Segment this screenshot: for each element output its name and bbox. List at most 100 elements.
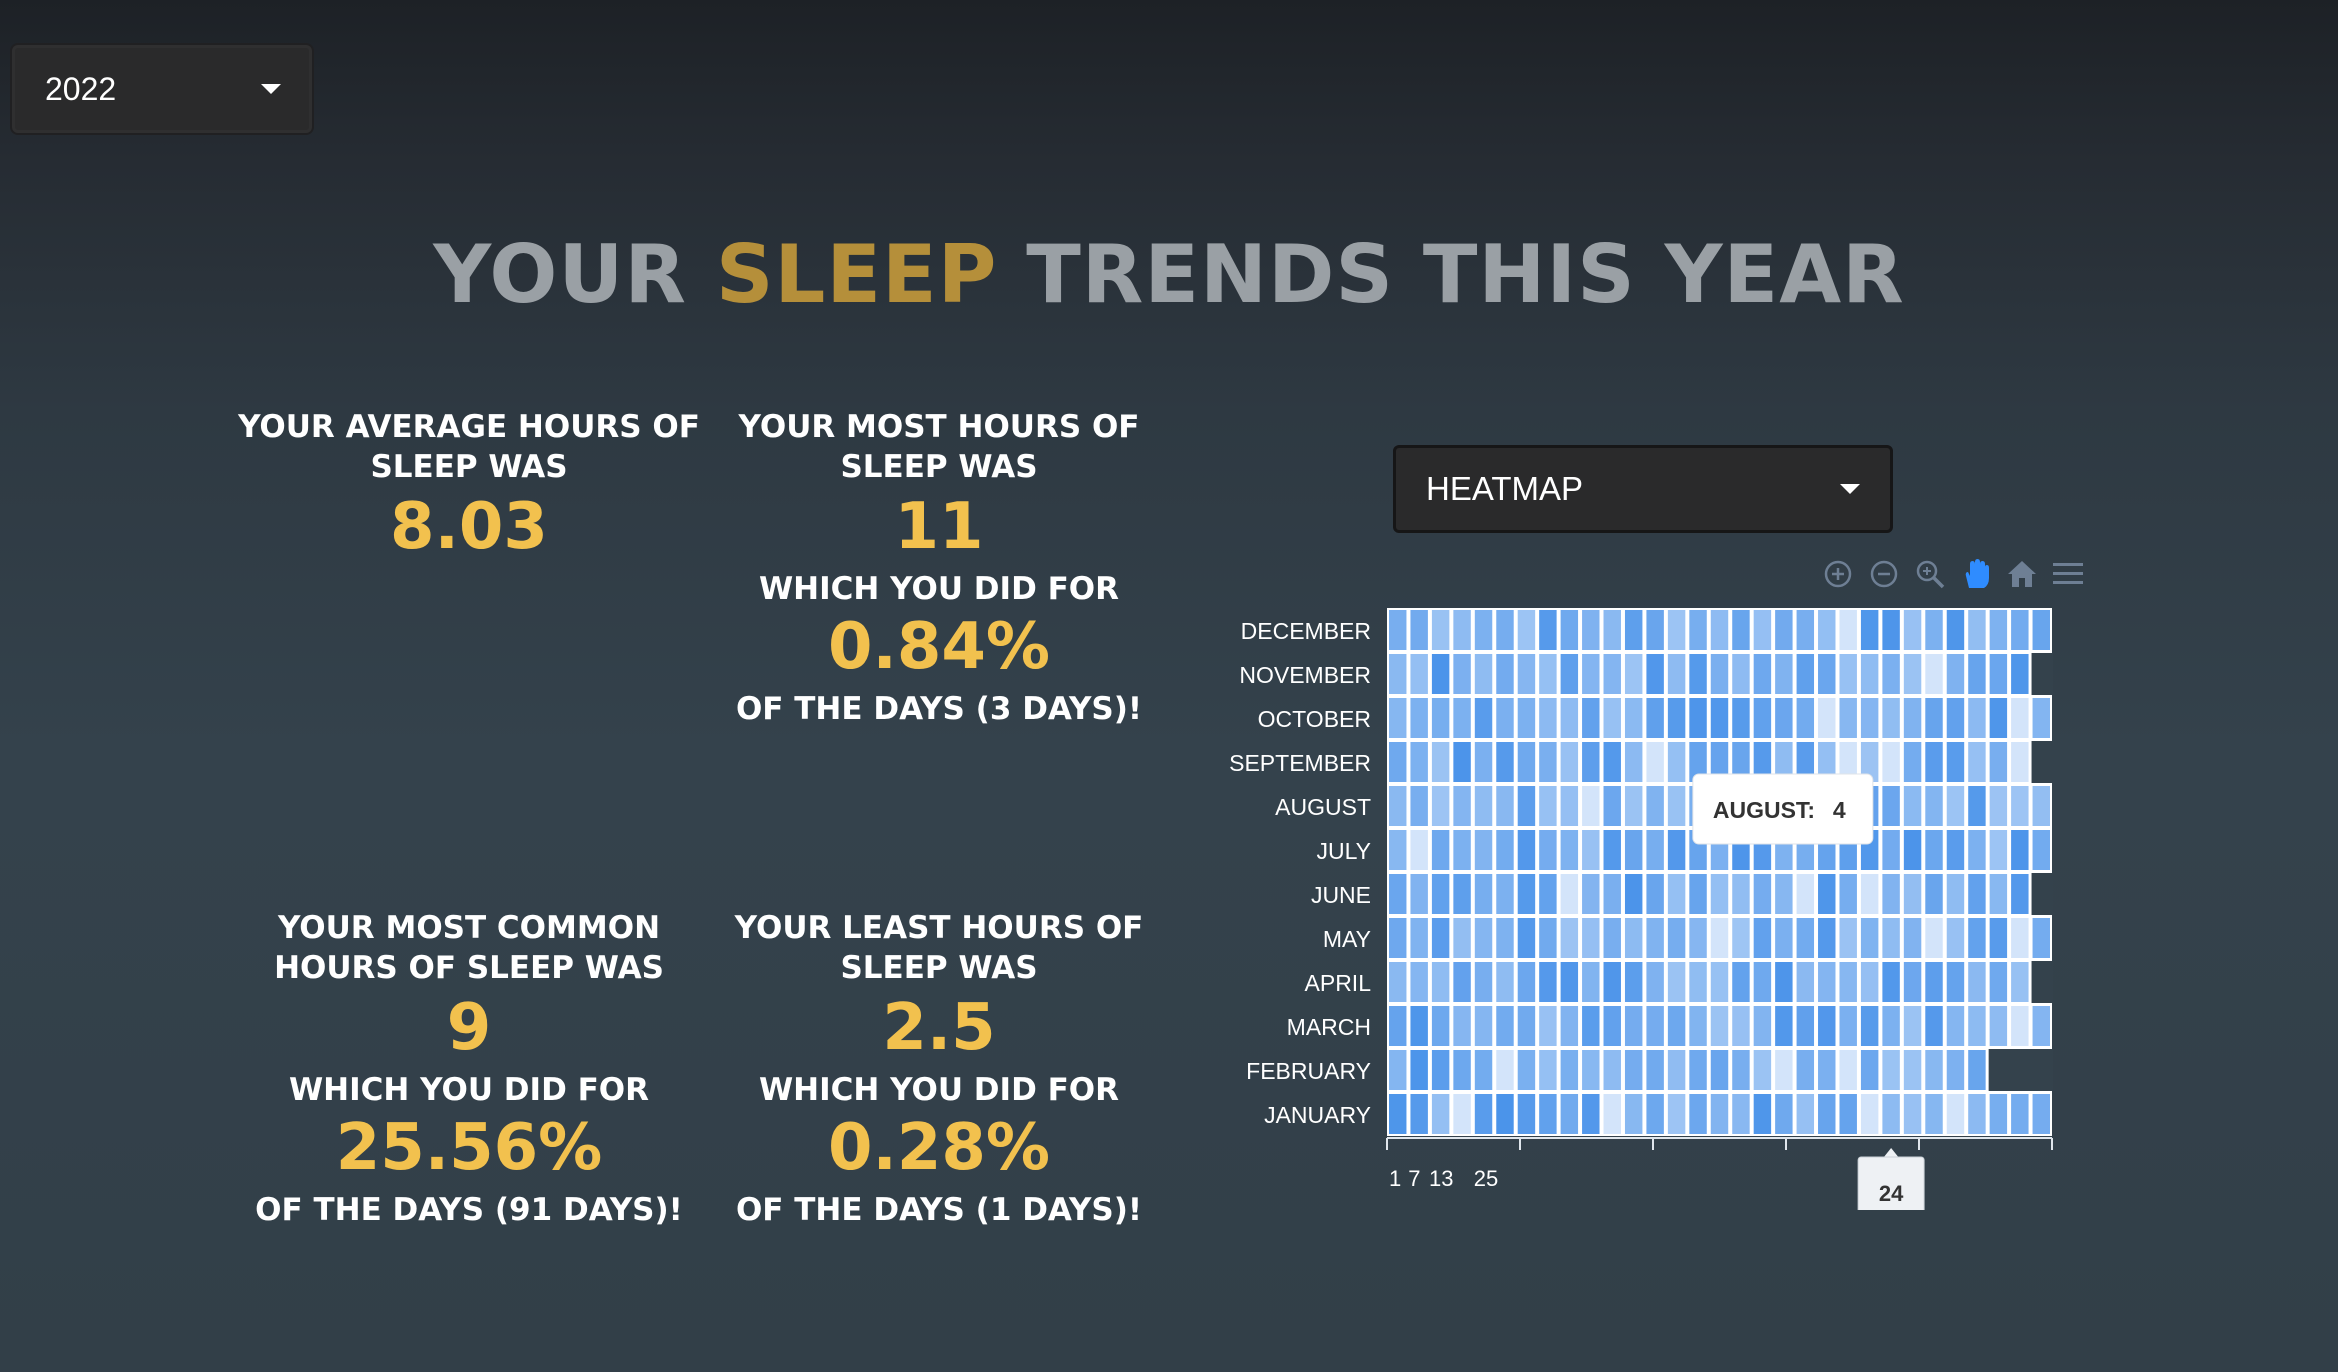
heatmap-cell[interactable] xyxy=(1753,610,1772,650)
heatmap-cell[interactable] xyxy=(1474,830,1493,870)
heatmap-cell[interactable] xyxy=(1689,610,1707,650)
heatmap-cell[interactable] xyxy=(1667,1006,1686,1046)
heatmap-cell[interactable] xyxy=(1753,962,1772,1002)
heatmap-cell[interactable] xyxy=(1624,742,1643,782)
heatmap-cell[interactable] xyxy=(1989,1094,2008,1134)
heatmap-cell[interactable] xyxy=(1710,918,1729,958)
heatmap-cell[interactable] xyxy=(1539,742,1557,782)
heatmap-cell[interactable] xyxy=(1560,786,1579,826)
heatmap-cell[interactable] xyxy=(1989,610,2008,650)
heatmap-cell[interactable] xyxy=(1732,654,1750,694)
heatmap-cell[interactable] xyxy=(1539,654,1557,694)
heatmap-cell[interactable] xyxy=(1582,742,1600,782)
heatmap-cell[interactable] xyxy=(1689,1006,1707,1046)
heatmap-cell[interactable] xyxy=(1989,1006,2008,1046)
heatmap-cell[interactable] xyxy=(1624,698,1643,738)
heatmap-cell[interactable] xyxy=(1925,786,1943,826)
heatmap-cell[interactable] xyxy=(1839,610,1857,650)
heatmap-cell[interactable] xyxy=(1453,698,1471,738)
heatmap-cell[interactable] xyxy=(1582,654,1600,694)
heatmap-cell[interactable] xyxy=(1667,654,1686,694)
heatmap-cell[interactable] xyxy=(1431,1050,1450,1090)
heatmap-cell[interactable] xyxy=(1389,742,1407,782)
heatmap-cell[interactable] xyxy=(1860,1050,1879,1090)
heatmap-cell[interactable] xyxy=(1431,830,1450,870)
heatmap-cell[interactable] xyxy=(1882,1006,1900,1046)
heatmap-cell[interactable] xyxy=(1453,786,1471,826)
heatmap-cell[interactable] xyxy=(2032,830,2050,870)
heatmap-cell[interactable] xyxy=(1560,918,1579,958)
heatmap-cell[interactable] xyxy=(1646,962,1664,1002)
heatmap-cell[interactable] xyxy=(1732,1094,1750,1134)
heatmap-cell[interactable] xyxy=(1389,698,1407,738)
heatmap-cell[interactable] xyxy=(1646,1094,1664,1134)
heatmap-cell[interactable] xyxy=(1517,830,1536,870)
heatmap-cell[interactable] xyxy=(1903,786,1922,826)
heatmap-cell[interactable] xyxy=(1667,830,1686,870)
heatmap-cell[interactable] xyxy=(1903,918,1922,958)
heatmap-cell[interactable] xyxy=(1646,830,1664,870)
heatmap-cell[interactable] xyxy=(1539,830,1557,870)
heatmap-cell[interactable] xyxy=(2032,786,2050,826)
heatmap-cell[interactable] xyxy=(2032,1094,2050,1134)
heatmap-cell[interactable] xyxy=(1517,654,1536,694)
heatmap-cell[interactable] xyxy=(1968,654,1986,694)
heatmap-cell[interactable] xyxy=(1603,1050,1621,1090)
heatmap-cell[interactable] xyxy=(1839,1094,1857,1134)
heatmap-cell[interactable] xyxy=(1710,1050,1729,1090)
heatmap-cell[interactable] xyxy=(1517,918,1536,958)
heatmap-cell[interactable] xyxy=(1582,786,1600,826)
heatmap-cell[interactable] xyxy=(1989,874,2008,914)
heatmap-cell[interactable] xyxy=(2011,874,2029,914)
heatmap-cell[interactable] xyxy=(1860,918,1879,958)
heatmap-cell[interactable] xyxy=(1496,698,1514,738)
heatmap-cell[interactable] xyxy=(1389,918,1407,958)
heatmap-cell[interactable] xyxy=(1389,830,1407,870)
heatmap-cell[interactable] xyxy=(1753,1094,1772,1134)
heatmap-cell[interactable] xyxy=(1710,874,1729,914)
heatmap-cell[interactable] xyxy=(1474,874,1493,914)
year-select[interactable]: 2022 xyxy=(12,45,312,133)
heatmap-cell[interactable] xyxy=(1646,874,1664,914)
heatmap-cell[interactable] xyxy=(1496,874,1514,914)
heatmap-cell[interactable] xyxy=(1775,698,1793,738)
heatmap-cell[interactable] xyxy=(1732,1050,1750,1090)
heatmap-cell[interactable] xyxy=(1882,874,1900,914)
heatmap-cell[interactable] xyxy=(1925,830,1943,870)
heatmap-cell[interactable] xyxy=(1624,874,1643,914)
heatmap-cell[interactable] xyxy=(1775,1050,1793,1090)
heatmap-cell[interactable] xyxy=(1753,918,1772,958)
heatmap-cell[interactable] xyxy=(1968,1006,1986,1046)
heatmap-cell[interactable] xyxy=(1710,654,1729,694)
heatmap-cell[interactable] xyxy=(1431,786,1450,826)
heatmap-cell[interactable] xyxy=(1753,698,1772,738)
heatmap-cell[interactable] xyxy=(1517,610,1536,650)
heatmap-cell[interactable] xyxy=(1410,786,1428,826)
heatmap-cell[interactable] xyxy=(1667,962,1686,1002)
heatmap-cell[interactable] xyxy=(1925,698,1943,738)
heatmap-cell[interactable] xyxy=(1453,918,1471,958)
heatmap-cell[interactable] xyxy=(1410,962,1428,1002)
heatmap-cell[interactable] xyxy=(1689,874,1707,914)
heatmap-cell[interactable] xyxy=(1582,918,1600,958)
heatmap-cell[interactable] xyxy=(1582,610,1600,650)
heatmap-cell[interactable] xyxy=(1582,1006,1600,1046)
heatmap-cell[interactable] xyxy=(1496,1050,1514,1090)
heatmap-cell[interactable] xyxy=(1560,654,1579,694)
heatmap-cell[interactable] xyxy=(1539,918,1557,958)
heatmap-cell[interactable] xyxy=(1753,1050,1772,1090)
zoom-selection-icon[interactable] xyxy=(1912,556,1948,592)
heatmap-cell[interactable] xyxy=(1860,962,1879,1002)
menu-icon[interactable] xyxy=(2050,556,2086,592)
heatmap-cell[interactable] xyxy=(1431,874,1450,914)
heatmap-cell[interactable] xyxy=(1560,962,1579,1002)
heatmap-cell[interactable] xyxy=(1624,830,1643,870)
heatmap-cell[interactable] xyxy=(1389,962,1407,1002)
heatmap-cell[interactable] xyxy=(1903,1050,1922,1090)
heatmap-cell[interactable] xyxy=(1389,1050,1407,1090)
heatmap-cell[interactable] xyxy=(1431,654,1450,694)
heatmap-cell[interactable] xyxy=(1818,1006,1836,1046)
heatmap-cell[interactable] xyxy=(1603,1094,1621,1134)
heatmap-cell[interactable] xyxy=(1624,1094,1643,1134)
heatmap-cell[interactable] xyxy=(1667,918,1686,958)
